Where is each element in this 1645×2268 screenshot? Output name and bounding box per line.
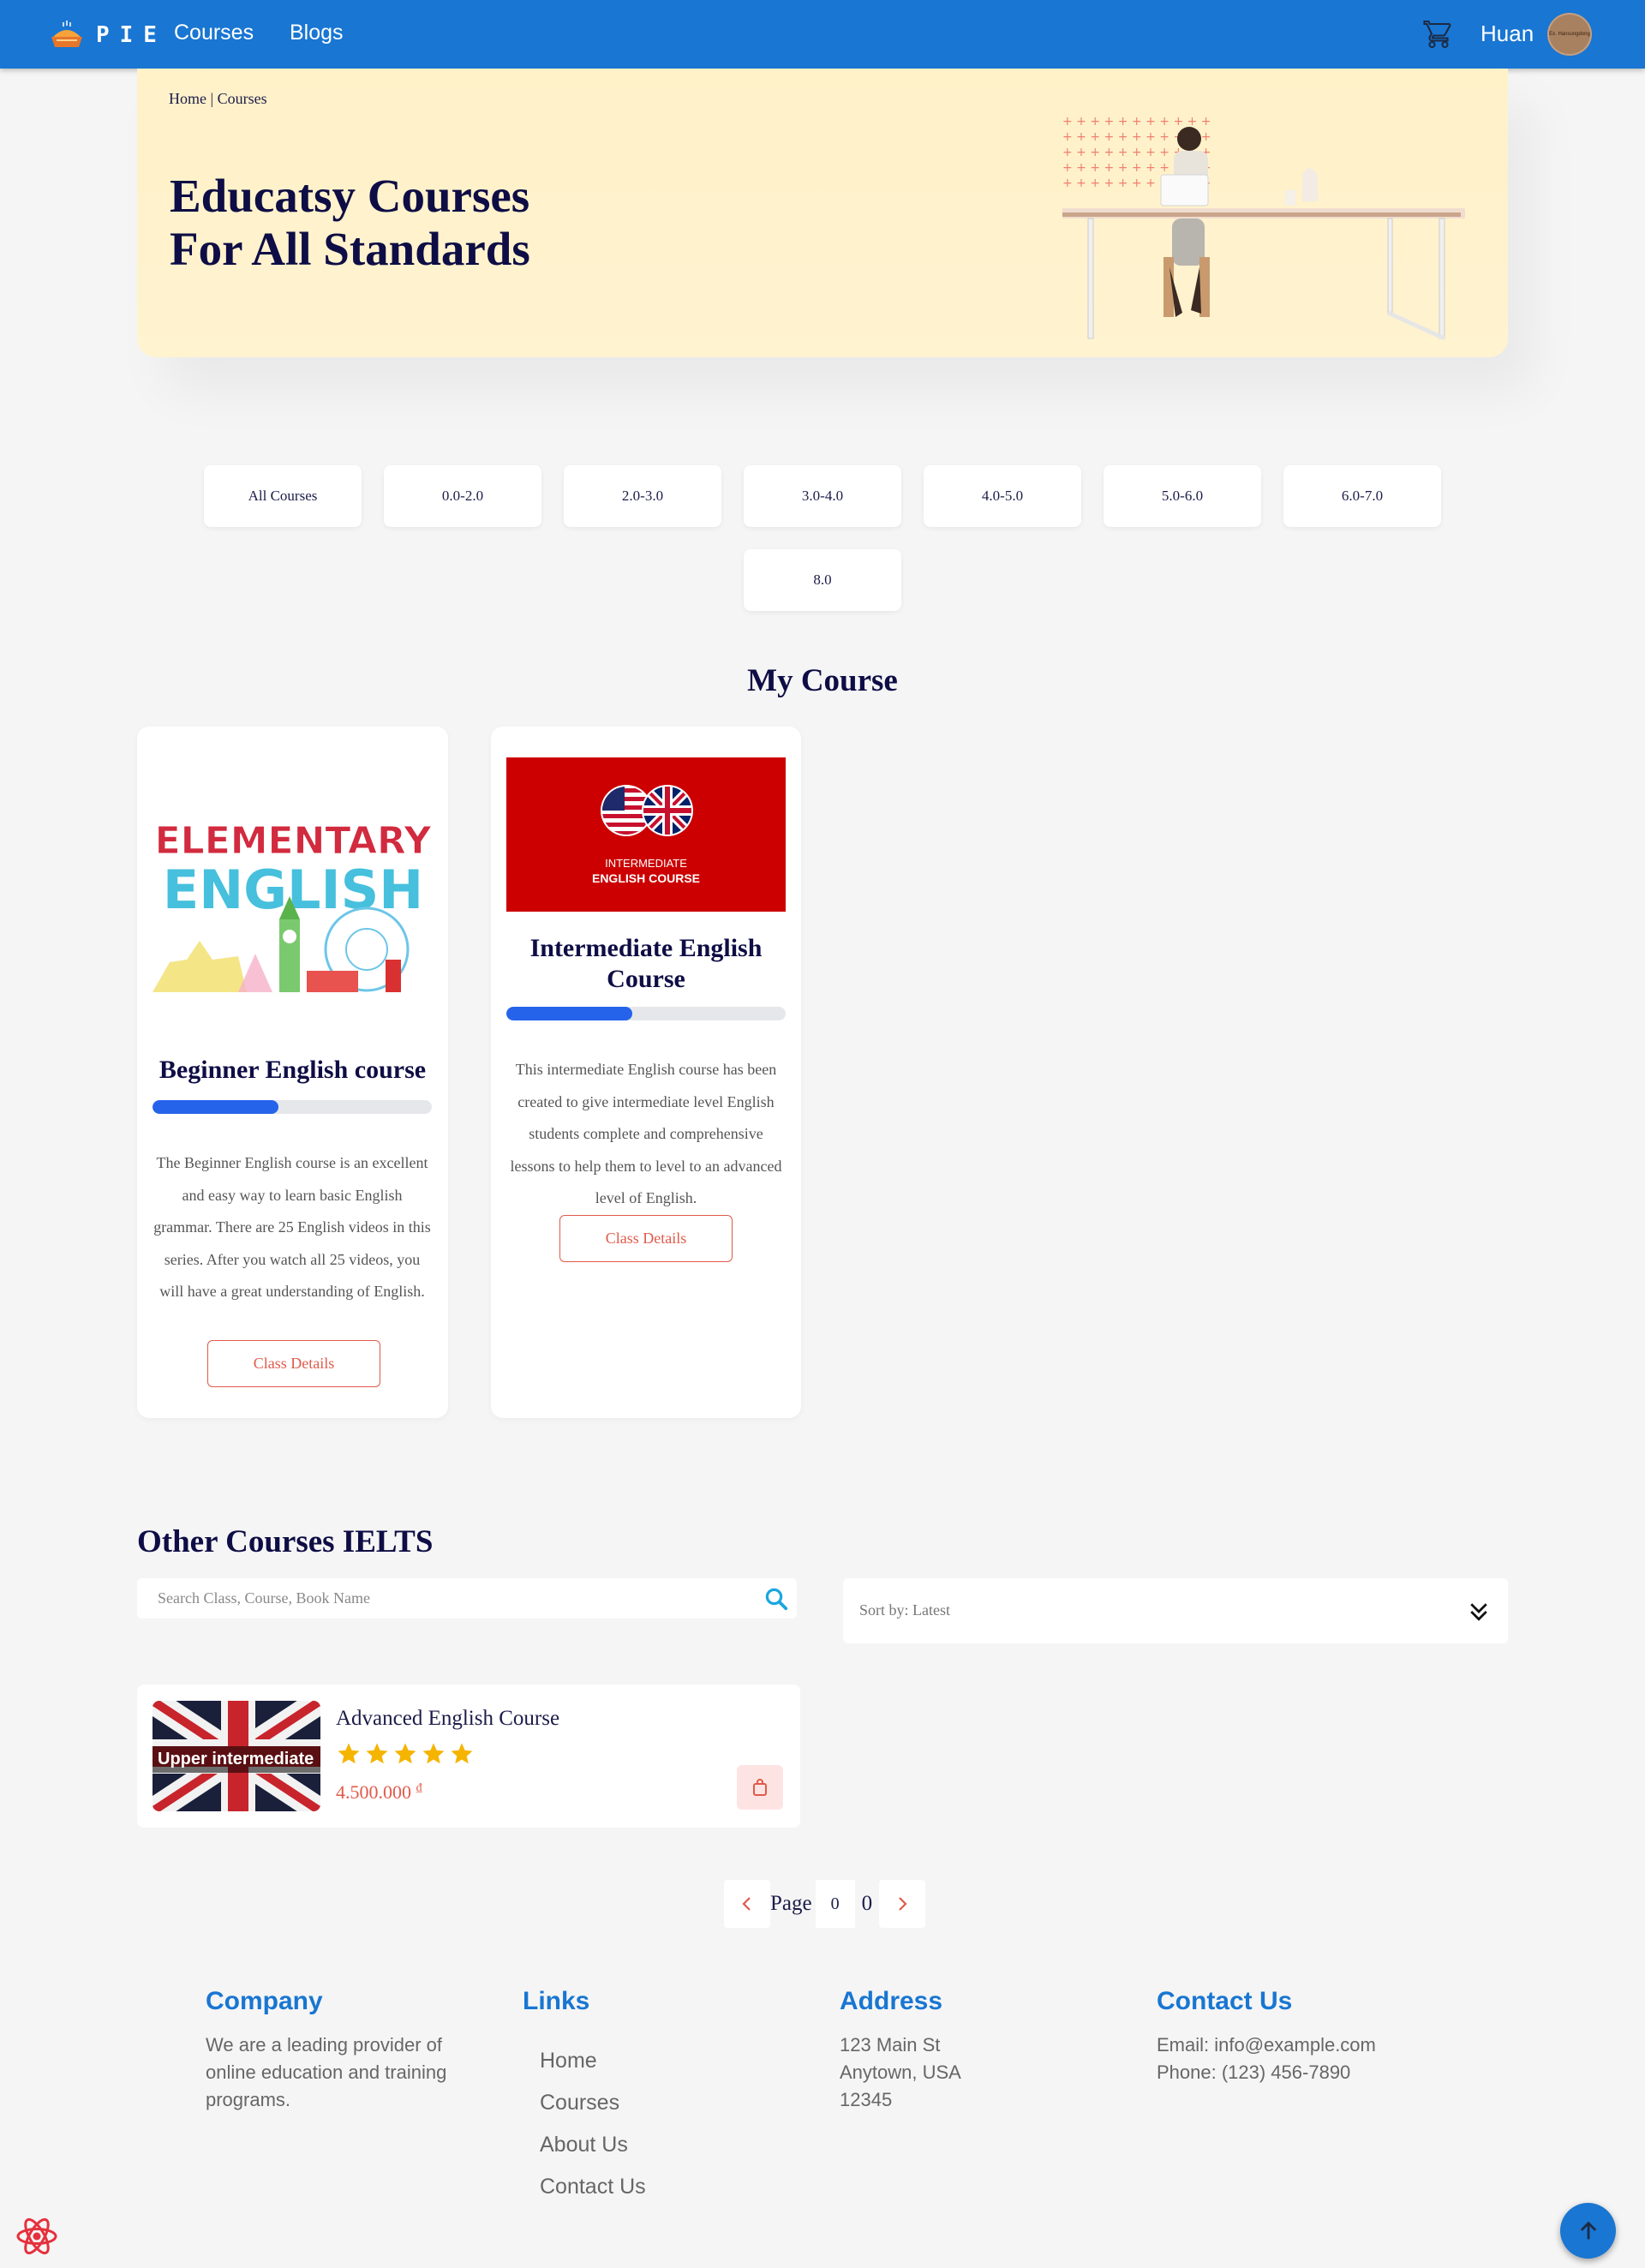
chevron-right-icon (899, 1897, 907, 1911)
filter-0-2[interactable]: 0.0-2.0 (384, 465, 541, 527)
filter-8[interactable]: 8.0 (744, 549, 901, 611)
nav-link-blogs[interactable]: Blogs (290, 21, 344, 45)
filter-4-5[interactable]: 4.0-5.0 (924, 465, 1081, 527)
footer-link-home[interactable]: Home (540, 2049, 597, 2074)
avatar-text: Ex. Hansungdong (1549, 32, 1590, 37)
price-value: 4.500.000 (336, 1781, 411, 1803)
sort-dropdown[interactable]: Sort by: Latest (843, 1578, 1508, 1643)
footer-link-contact[interactable]: Contact Us (540, 2175, 646, 2199)
logo-text: PIE (96, 22, 167, 48)
back-to-top-button[interactable] (1560, 2203, 1616, 2259)
react-icon[interactable] (15, 2215, 58, 2258)
class-details-button[interactable]: Class Details (559, 1215, 733, 1262)
star-icon (451, 1743, 473, 1764)
search-icon[interactable] (763, 1586, 789, 1612)
filter-6-7[interactable]: 6.0-7.0 (1283, 465, 1441, 527)
course-image-line2: ENGLISH COURSE (592, 871, 700, 885)
footer-address-line1: 123 Main St (840, 2034, 941, 2056)
footer-link-courses[interactable]: Courses (540, 2091, 619, 2115)
user-name[interactable]: Huan (1480, 21, 1534, 47)
chevron-left-icon (742, 1897, 751, 1911)
star-icon (394, 1743, 416, 1764)
shopping-bag-icon (753, 1779, 767, 1796)
course-progress-fill (506, 1007, 632, 1020)
course-card-title: Intermediate English Course (529, 934, 763, 993)
logo[interactable]: PIE (50, 18, 167, 52)
course-card-title: Beginner English course (159, 1056, 427, 1084)
course-progress-fill (153, 1100, 278, 1114)
search-bar (137, 1578, 797, 1619)
arrow-up-icon (1580, 2221, 1596, 2239)
course-image-line1: ELEMENTARY (155, 819, 433, 863)
course-image-line1: INTERMEDIATE (605, 857, 687, 870)
course-price: 4.500.000 ₫ (336, 1781, 422, 1804)
course-progress-bar (506, 1007, 786, 1020)
footer-link-about[interactable]: About Us (540, 2133, 628, 2157)
cart-icon[interactable] (1423, 19, 1454, 50)
filter-5-6[interactable]: 5.0-6.0 (1104, 465, 1261, 527)
page-title-line1: Educatsy Courses (170, 170, 530, 222)
avatar[interactable]: Ex. Hansungdong (1547, 13, 1592, 56)
my-course-heading: My Course (747, 663, 898, 698)
filter-3-4[interactable]: 3.0-4.0 (744, 465, 901, 527)
course-thumbnail-label: Upper intermediate (153, 1746, 320, 1773)
pie-logo-icon (51, 21, 82, 47)
next-page-button[interactable] (879, 1880, 926, 1928)
total-pages: 0 (861, 1892, 873, 1915)
footer-contact-heading: Contact Us (1157, 1987, 1293, 2015)
course-list-item[interactable]: Upper intermediate Advanced English Cour… (137, 1685, 800, 1828)
class-details-button[interactable]: Class Details (207, 1340, 380, 1387)
star-icon (422, 1743, 445, 1764)
page-label: Page (770, 1892, 812, 1915)
page-title-line2: For All Standards (170, 223, 530, 275)
other-courses-heading: Other Courses IELTS (137, 1524, 434, 1559)
filter-all-courses[interactable]: All Courses (204, 465, 362, 527)
footer-contact-email: Email: info@example.com (1157, 2034, 1376, 2056)
top-navbar: PIE Courses Blogs Huan Ex. Hansungdong (0, 0, 1645, 69)
footer-address-line3: 12345 (840, 2089, 893, 2110)
breadcrumb[interactable]: Home | Courses (169, 90, 267, 108)
course-image-elementary-english: ELEMENTARY ENGLISH (153, 819, 433, 992)
footer-address-line2: Anytown, USA (840, 2062, 961, 2083)
footer-company-text: We are a leading provider of online educ… (206, 2034, 447, 2110)
currency-symbol: ₫ (416, 1781, 422, 1795)
svg-text:+ + + + + + + + + + +: + + + + + + + + + + + (1062, 115, 1211, 129)
pagination: Page 0 0 (724, 1880, 926, 1928)
footer-company-heading: Company (206, 1987, 323, 2015)
course-card-description: This intermediate English course has bee… (510, 1061, 782, 1206)
sort-label: Sort by: Latest (859, 1601, 950, 1619)
page-title: Educatsy Courses For All Standards (170, 170, 684, 276)
prev-page-button[interactable] (724, 1880, 770, 1928)
course-item-title[interactable]: Advanced English Course (336, 1707, 559, 1731)
course-card-intermediate: INTERMEDIATE ENGLISH COURSE Intermediate… (491, 727, 801, 1418)
hero-banner: Home | Courses Educatsy Courses For All … (137, 69, 1508, 357)
current-page-input[interactable]: 0 (815, 1880, 855, 1928)
rating-stars (336, 1741, 475, 1767)
course-card-description: The Beginner English course is an excell… (153, 1154, 431, 1300)
footer-links-heading: Links (523, 1987, 590, 2015)
course-image-intermediate-english: INTERMEDIATE ENGLISH COURSE (506, 757, 786, 912)
hero-illustration: + + + + + + + + + + + + + + + + + + + + … (1062, 115, 1465, 341)
course-progress-bar (153, 1100, 432, 1114)
add-to-cart-button[interactable] (737, 1765, 783, 1810)
footer-contact-phone: Phone: (123) 456-7890 (1157, 2062, 1351, 2083)
star-icon (366, 1743, 388, 1764)
chevron-double-down-icon (1470, 1603, 1487, 1621)
filter-2-3[interactable]: 2.0-3.0 (564, 465, 721, 527)
course-card-beginner: ELEMENTARY ENGLISH Beginner English cour… (137, 727, 448, 1418)
star-icon (338, 1743, 360, 1764)
course-thumbnail: Upper intermediate (153, 1701, 320, 1811)
footer-address-heading: Address (840, 1987, 943, 2015)
nav-link-courses[interactable]: Courses (174, 21, 254, 45)
search-input[interactable] (158, 1585, 723, 1611)
